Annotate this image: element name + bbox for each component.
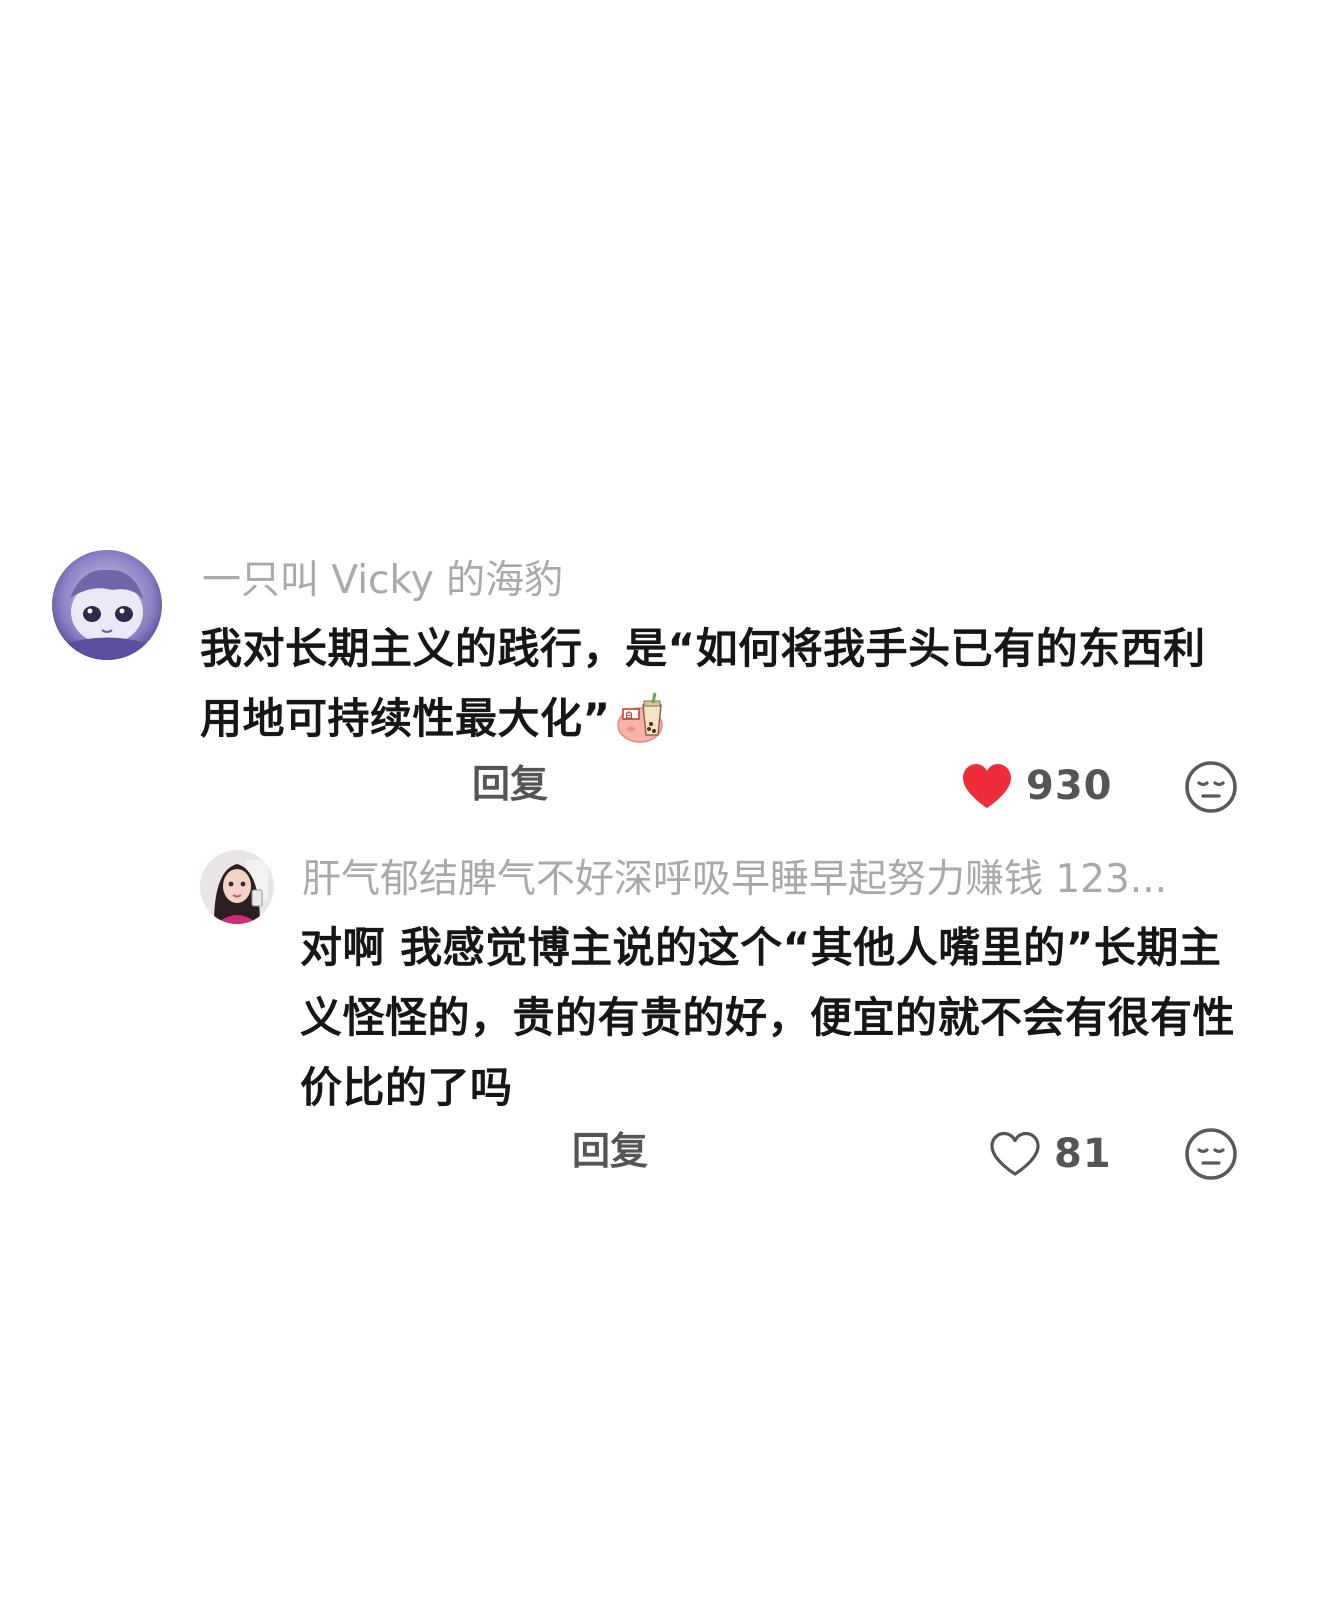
like-button[interactable]: 930: [960, 760, 1113, 812]
reply-button[interactable]: 回复: [472, 761, 548, 807]
comment-text: 对啊 我感觉博主说的这个“其他人嘴里的”长期主义怪怪的，贵的有贵的好，便宜的就不…: [300, 923, 1236, 1112]
like-count: 81: [1054, 1131, 1112, 1177]
heart-filled-icon: [963, 764, 1011, 808]
username[interactable]: 一只叫 Vicky 的海豹: [202, 557, 802, 605]
avatar[interactable]: [200, 850, 274, 924]
like-count: 930: [1026, 763, 1113, 809]
reply-button[interactable]: 回复: [572, 1128, 648, 1174]
comment-text: 我对长期主义的践行，是“如何将我手头已有的东西利用地可持续性最大化” 白: [200, 614, 1240, 768]
svg-text:白: 白: [625, 710, 634, 720]
avatar-image: [200, 850, 274, 924]
heart-outline-icon: [990, 1131, 1040, 1176]
comment-text-content: 我对长期主义的践行，是“如何将我手头已有的东西利用地可持续性最大化”: [200, 624, 1206, 743]
avatar[interactable]: [52, 550, 162, 660]
avatar-image: [52, 550, 162, 660]
dislike-button[interactable]: [1184, 760, 1238, 814]
unamused-face-icon: [1185, 1128, 1237, 1180]
dislike-button[interactable]: [1184, 1127, 1238, 1181]
username[interactable]: 肝气郁结脾气不好深呼吸早睡早起努力赚钱 123...: [302, 856, 1242, 904]
bubble-tea-sticker-icon: 白: [613, 691, 671, 768]
unamused-face-icon: [1185, 761, 1237, 813]
like-button[interactable]: 81: [988, 1128, 1112, 1180]
